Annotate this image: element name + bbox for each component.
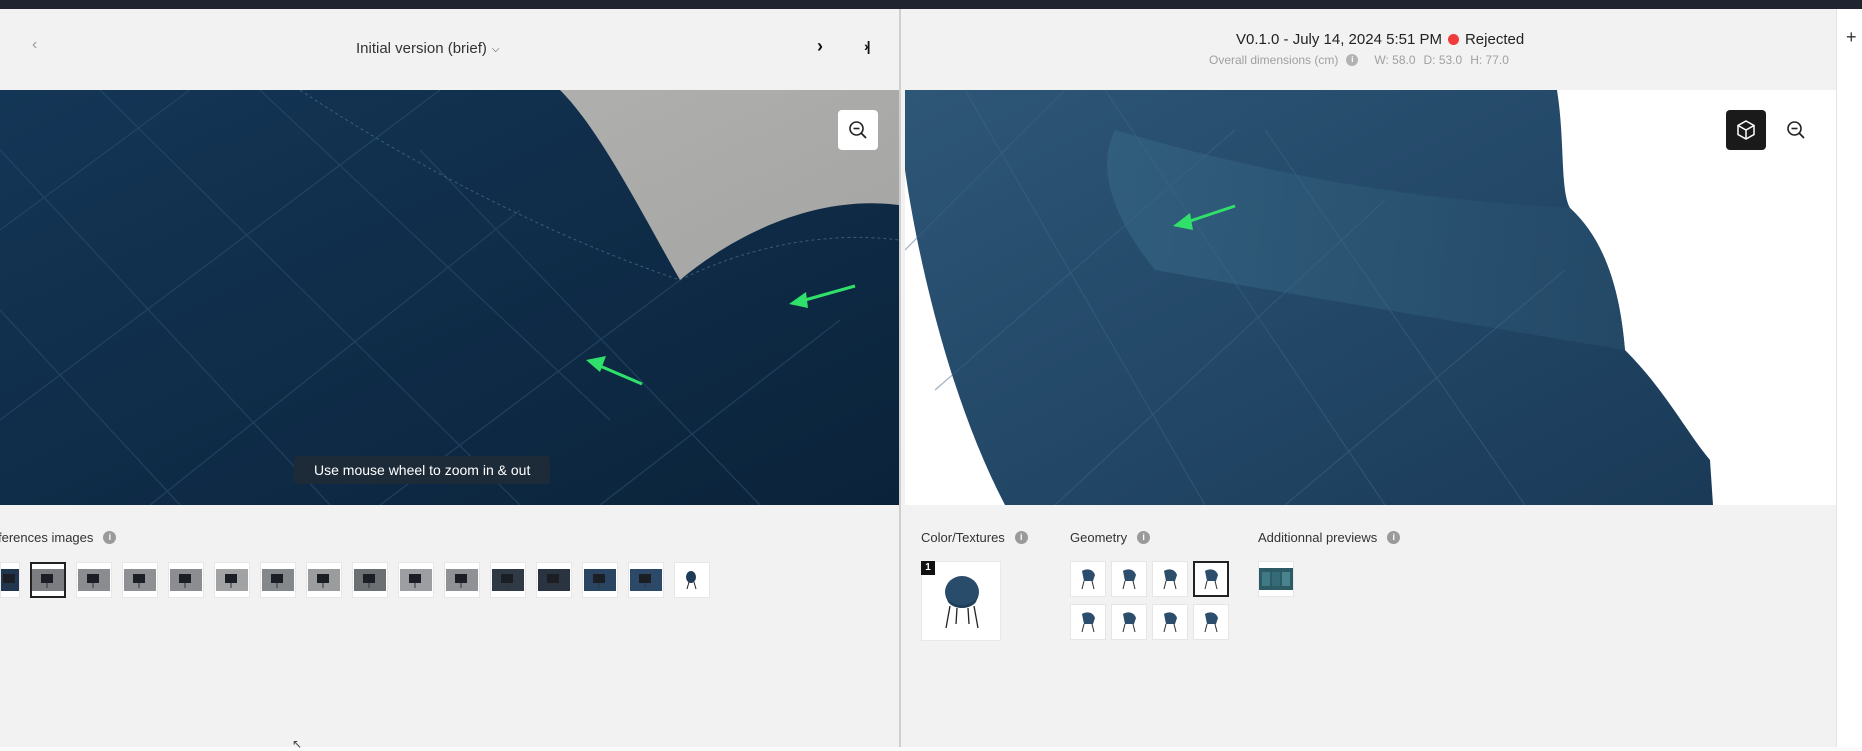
reference-thumbnail[interactable] [398, 562, 434, 598]
info-icon[interactable]: i [1387, 531, 1401, 544]
geometry-thumbnail[interactable] [1111, 561, 1147, 597]
version-text: V0.1.0 - July 14, 2024 5:51 PM [1236, 31, 1442, 48]
chair-geometry-icon [1081, 612, 1095, 633]
thumbnail-image [216, 569, 248, 591]
thumbnail-image [1, 569, 19, 591]
reference-thumbnail[interactable] [352, 562, 388, 598]
thumbnail-image [170, 569, 202, 591]
version-select[interactable]: Initial version (brief) ⌵ [356, 40, 499, 57]
reference-thumbnail[interactable] [122, 562, 158, 598]
thumbnail-image [538, 569, 570, 591]
thumbnail-image [32, 569, 64, 591]
reference-image-viewer[interactable] [0, 90, 899, 505]
reference-thumbnail[interactable] [444, 562, 480, 598]
dimension-depth: D: 53.0 [1423, 53, 1463, 67]
version-select-label: Initial version (brief) [356, 40, 487, 57]
reference-thumbnail[interactable] [306, 562, 342, 598]
dimension-height: H: 77.0 [1470, 53, 1509, 67]
geometry-label: Geometry i [1070, 530, 1151, 545]
thumbnail-image [676, 569, 708, 591]
additional-preview-thumb[interactable] [1258, 561, 1294, 597]
color-texture-badge: 1 [921, 561, 935, 575]
thumbnail-image [630, 569, 662, 591]
model-version-info: V0.1.0 - July 14, 2024 5:51 PM Rejected [1236, 31, 1524, 48]
status-text: Rejected [1464, 31, 1525, 48]
reference-thumbnail[interactable] [582, 562, 618, 598]
thumbnail-image [354, 569, 386, 591]
thumbnail-image [492, 569, 524, 591]
additional-previews-label: Additionnal previews i [1258, 530, 1401, 545]
last-version-button[interactable]: ›| [864, 38, 870, 54]
right-side-panel [1836, 9, 1862, 747]
preview-thumbnail [1259, 568, 1293, 590]
color-textures-label: Color/Textures i [921, 530, 1028, 545]
reference-thumbnail[interactable] [168, 562, 204, 598]
zoom-out-button[interactable] [1776, 110, 1816, 150]
geometry-thumbnail[interactable] [1193, 561, 1229, 597]
reference-photo [0, 90, 899, 505]
geometry-grid [1070, 561, 1229, 640]
geometry-thumbnail[interactable] [1152, 561, 1188, 597]
dimension-width: W: 58.0 [1374, 53, 1416, 67]
info-icon[interactable]: i [1137, 531, 1151, 544]
3d-view-button[interactable] [1726, 110, 1766, 150]
chair-geometry-icon [1204, 569, 1218, 590]
reference-thumbnail[interactable] [30, 562, 66, 598]
geometry-thumbnail[interactable] [1070, 604, 1106, 640]
zoom-out-icon [1787, 121, 1805, 139]
zoom-hint-tooltip: Use mouse wheel to zoom in & out [294, 456, 551, 484]
thumbnail-image [124, 569, 156, 591]
info-icon[interactable]: i [1014, 531, 1028, 544]
reference-thumbnail[interactable] [260, 562, 296, 598]
geometry-thumbnail[interactable] [1152, 604, 1188, 640]
chair-geometry-icon [1122, 569, 1136, 590]
thumbnail-image [584, 569, 616, 591]
reference-thumbnail[interactable] [490, 562, 526, 598]
zoom-out-button[interactable] [838, 110, 878, 150]
thumbnail-image [78, 569, 110, 591]
chair-geometry-icon [1163, 569, 1177, 590]
references-images-label: ferences images i [0, 530, 117, 545]
model-render [905, 90, 1836, 505]
chair-geometry-icon [1122, 612, 1136, 633]
dimensions-info: Overall dimensions (cm) i W: 58.0 D: 53.… [1209, 53, 1509, 67]
reference-thumbnail[interactable] [76, 562, 112, 598]
mouse-cursor-icon: ↖ [292, 737, 303, 751]
info-icon[interactable]: i [1346, 54, 1359, 66]
zoom-out-icon [849, 121, 867, 139]
next-version-button[interactable]: › [817, 36, 823, 57]
reference-thumbnail[interactable] [674, 562, 710, 598]
geometry-thumbnail[interactable] [1193, 604, 1229, 640]
thumbnail-image [308, 569, 340, 591]
plus-icon[interactable]: + [1846, 27, 1857, 48]
previous-version-button[interactable]: ‹ [32, 36, 37, 54]
dimensions-label: Overall dimensions (cm) [1209, 53, 1339, 67]
info-icon[interactable]: i [103, 531, 117, 544]
reference-thumbnail[interactable] [214, 562, 250, 598]
panel-divider[interactable] [899, 9, 901, 747]
model-render-viewer[interactable] [905, 90, 1836, 505]
reference-thumbnails [0, 562, 720, 598]
top-bar [0, 0, 1862, 9]
reference-thumbnail[interactable] [0, 562, 20, 598]
thumbnail-image [446, 569, 478, 591]
geometry-thumbnail[interactable] [1070, 561, 1106, 597]
chevron-down-icon: ⌵ [491, 44, 500, 55]
chair-geometry-icon [1081, 569, 1095, 590]
reference-thumbnail[interactable] [536, 562, 572, 598]
reference-thumbnail[interactable] [628, 562, 664, 598]
chair-geometry-icon [1204, 612, 1218, 633]
status-dot [1447, 34, 1459, 45]
geometry-thumbnail[interactable] [1111, 604, 1147, 640]
cube-icon [1737, 120, 1755, 140]
thumbnail-image [262, 569, 294, 591]
chair-geometry-icon [1163, 612, 1177, 633]
thumbnail-image [400, 569, 432, 591]
